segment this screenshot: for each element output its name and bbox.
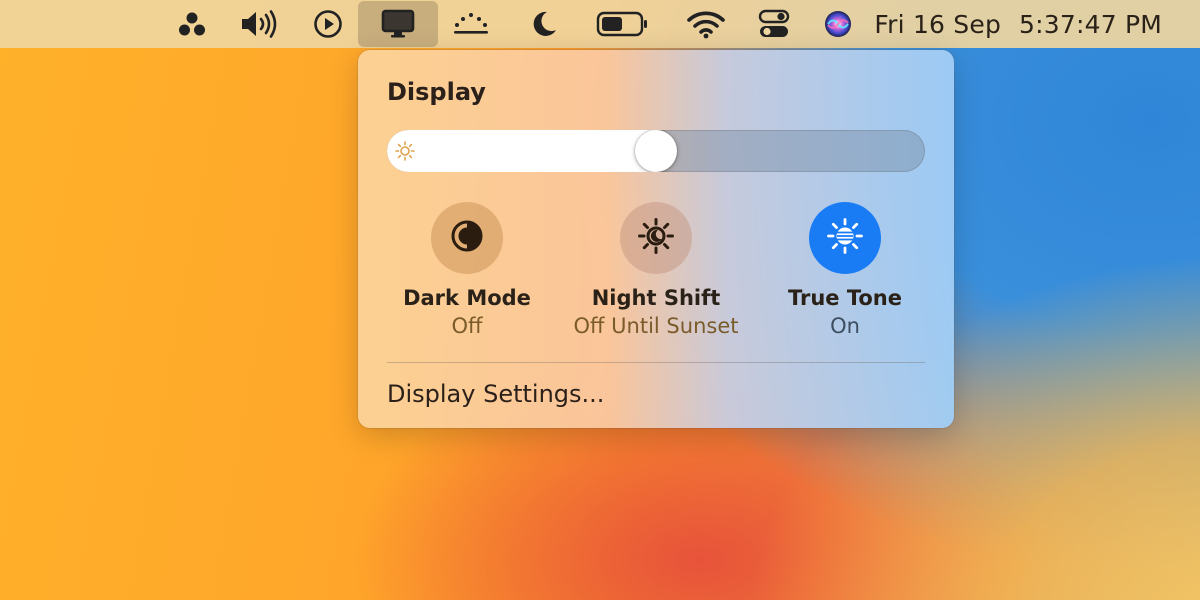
sun-icon <box>395 141 415 161</box>
dark-mode-toggle[interactable]: Dark Mode Off <box>367 202 567 338</box>
true-tone-icon <box>826 217 864 259</box>
true-tone-toggle[interactable]: True Tone On <box>745 202 945 338</box>
night-shift-button[interactable] <box>620 202 692 274</box>
screen-mirroring-icon[interactable] <box>450 0 492 48</box>
brightness-slider[interactable] <box>387 130 925 172</box>
clock-time: 5:37:47 PM <box>1019 9 1162 39</box>
true-tone-button[interactable] <box>809 202 881 274</box>
night-shift-icon <box>637 217 675 259</box>
true-tone-label: True Tone <box>787 286 903 310</box>
display-settings-link[interactable]: Display Settings... <box>387 380 604 408</box>
dark-mode-state: Off <box>451 314 483 338</box>
focus-moon-icon[interactable] <box>524 0 564 48</box>
true-tone-state: On <box>830 314 860 338</box>
volume-icon[interactable] <box>237 0 283 48</box>
clock-date: Fri 16 Sep <box>874 9 1002 39</box>
menu-bar-clock[interactable]: Fri 16 Sep 5:37:47 PM <box>874 0 1162 48</box>
brightness-slider-fill <box>387 130 656 172</box>
night-shift-label: Night Shift <box>591 286 721 310</box>
dark-mode-button[interactable] <box>431 202 503 274</box>
battery-icon[interactable] <box>594 0 652 48</box>
brightness-slider-knob[interactable] <box>635 130 677 172</box>
control-center-dots-icon[interactable] <box>172 0 212 48</box>
night-shift-state: Off Until Sunset <box>573 314 739 338</box>
dark-mode-icon <box>449 218 485 258</box>
dark-mode-label: Dark Mode <box>403 286 531 310</box>
wifi-icon[interactable] <box>684 0 728 48</box>
night-shift-toggle[interactable]: Night Shift Off Until Sunset <box>556 202 756 338</box>
control-center-toggles-icon[interactable] <box>754 0 794 48</box>
menu-bar: Fri 16 Sep 5:37:47 PM <box>0 0 1200 48</box>
panel-title: Display <box>387 78 486 106</box>
divider <box>387 362 925 363</box>
display-icon[interactable] <box>358 1 438 47</box>
now-playing-icon[interactable] <box>310 0 346 48</box>
siri-icon[interactable] <box>818 0 858 48</box>
display-panel: Display Dark Mode Off Night Shift Off Un… <box>358 50 954 428</box>
